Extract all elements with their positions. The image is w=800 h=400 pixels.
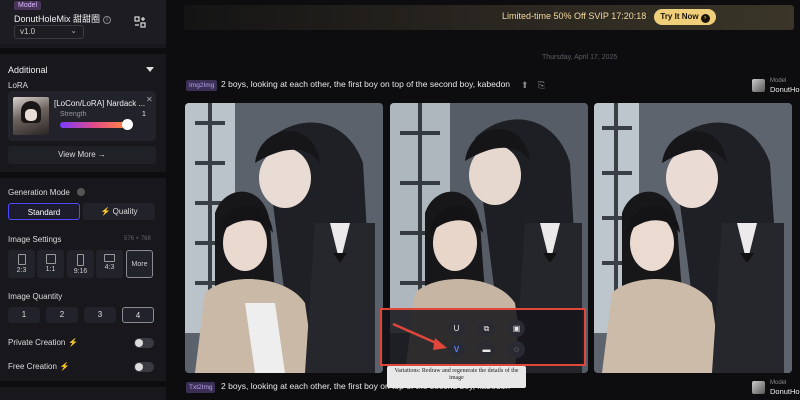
arrow-right-icon: › <box>700 14 710 23</box>
strength-value: 1 <box>142 111 146 118</box>
pin-icon[interactable]: ⬆ <box>521 80 529 91</box>
promo-text: Limited-time 50% Off SVIP 17:20:18 <box>502 11 647 21</box>
strength-label: Strength <box>60 111 87 118</box>
ratio-more-button[interactable]: More <box>126 250 153 278</box>
ratio-label: 9:16 <box>73 268 88 275</box>
ratio-2-3-button[interactable]: 2:3 <box>8 250 35 278</box>
chevron-down-icon: ⌄ <box>70 26 77 35</box>
model-tag-name: DonutHole... <box>770 387 800 396</box>
main-feed: Limited-time 50% Off SVIP 17:20:18 Try I… <box>166 0 800 400</box>
edit-image-icon[interactable]: ⧉ <box>478 320 495 337</box>
free-creation-label: Free Creation ⚡ <box>8 362 70 371</box>
private-creation-toggle[interactable] <box>134 338 154 348</box>
generated-image-art <box>594 103 792 373</box>
free-creation-text: Free Creation <box>8 362 57 371</box>
quantity-1-button[interactable]: 1 <box>8 307 40 323</box>
lora-thumbnail <box>13 97 49 135</box>
model-avatar <box>752 79 765 92</box>
model-name-text: DonutHoleMix 甜甜圈 <box>14 14 101 24</box>
vip-icon: ⚡ <box>59 362 70 371</box>
help-icon[interactable] <box>77 188 85 196</box>
generated-image-art <box>185 103 383 373</box>
lora-card[interactable]: [LoCon/LoRA] Nardack ... ✕ Strength 1 <box>8 91 156 141</box>
task-type-badge: Img2Img <box>186 80 218 91</box>
ratio-label: 1:1 <box>45 266 56 273</box>
result-image-3[interactable] <box>594 103 792 373</box>
info-icon[interactable]: i <box>103 16 112 24</box>
mode-quality-button[interactable]: ⚡ Quality <box>83 203 155 220</box>
model-badge: Model <box>14 1 42 10</box>
quantity-2-button[interactable]: 2 <box>46 307 78 323</box>
vip-icon: ⚡ <box>68 338 79 347</box>
ratio-9-16-button[interactable]: 9:16 <box>67 250 94 278</box>
strength-slider-handle[interactable] <box>122 119 133 130</box>
version-value: v1.0 <box>20 27 36 36</box>
try-it-now-label: Try It Now <box>660 12 699 21</box>
model-card[interactable]: Model DonutHoleMix 甜甜圈 i v1.0 ⌄ <box>0 0 166 44</box>
strength-slider[interactable] <box>60 122 128 128</box>
ratio-label: 4:3 <box>104 264 115 271</box>
comment-icon[interactable]: ◌ <box>508 341 525 358</box>
view-more-button[interactable]: View More → <box>8 146 156 164</box>
promo-banner: Limited-time 50% Off SVIP 17:20:18 Try I… <box>184 5 794 30</box>
sidebar: Model DonutHoleMix 甜甜圈 i v1.0 ⌄ Additiona… <box>0 0 166 400</box>
ratio-label: 2:3 <box>16 267 27 274</box>
image-size-readout: 576 × 768 <box>124 236 151 242</box>
model-avatar <box>752 381 765 394</box>
caret-down-icon[interactable] <box>146 67 154 72</box>
model-name: DonutHoleMix 甜甜圈 i <box>14 12 112 25</box>
swap-icon[interactable] <box>134 16 146 28</box>
lora-name: [LoCon/LoRA] Nardack ... <box>54 99 146 108</box>
generation-mode-label: Generation Mode <box>8 188 70 197</box>
camera-icon[interactable]: ▣ <box>508 320 525 337</box>
model-tag-name: DonutHole... <box>770 85 800 94</box>
quantity-3-button[interactable]: 3 <box>84 307 116 323</box>
divider <box>0 381 166 387</box>
task-prompt[interactable]: 2 boys, looking at each other, the first… <box>221 79 510 89</box>
additional-header[interactable]: Additional <box>8 65 48 75</box>
vip-icon: ⚡ <box>100 207 111 216</box>
result-image-1[interactable] <box>185 103 383 373</box>
model-tag-label: Model <box>770 78 787 84</box>
private-creation-text: Private Creation <box>8 338 66 347</box>
image-settings-label: Image Settings <box>8 235 62 244</box>
try-it-now-button[interactable]: Try It Now › <box>654 9 716 25</box>
private-creation-label: Private Creation ⚡ <box>8 338 78 347</box>
divider <box>0 172 166 178</box>
ratio-1-1-button[interactable]: 1:1 <box>37 250 64 278</box>
model-tag-label: Model <box>770 380 787 386</box>
task-header: Img2Img 2 boys, looking at each other, t… <box>186 78 800 94</box>
close-icon[interactable]: ✕ <box>146 95 153 104</box>
mode-standard-button[interactable]: Standard <box>8 203 80 220</box>
remix-icon[interactable]: ⎘ <box>538 80 545 91</box>
lora-label: LoRA <box>8 81 29 90</box>
image-quantity-label: Image Quantity <box>8 292 63 301</box>
quality-label: Quality <box>112 207 138 216</box>
annotation-arrow-icon <box>392 322 447 350</box>
version-select[interactable]: v1.0 ⌄ <box>14 25 84 39</box>
quantity-4-button[interactable]: 4 <box>122 307 154 323</box>
divider <box>0 48 166 54</box>
ratio-4-3-button[interactable]: 4:3 <box>96 250 123 278</box>
ratio-label: More <box>131 261 148 268</box>
date-separator: Thursday, April 17, 2025 <box>542 54 618 61</box>
save-icon[interactable]: ▬ <box>478 341 495 358</box>
task-prompt[interactable]: 2 boys, looking at each other, the first… <box>221 381 510 391</box>
free-creation-toggle[interactable] <box>134 362 154 372</box>
task-type-badge: Txt2Img <box>186 382 216 393</box>
task-header: Txt2Img 2 boys, looking at each other, t… <box>186 380 800 396</box>
